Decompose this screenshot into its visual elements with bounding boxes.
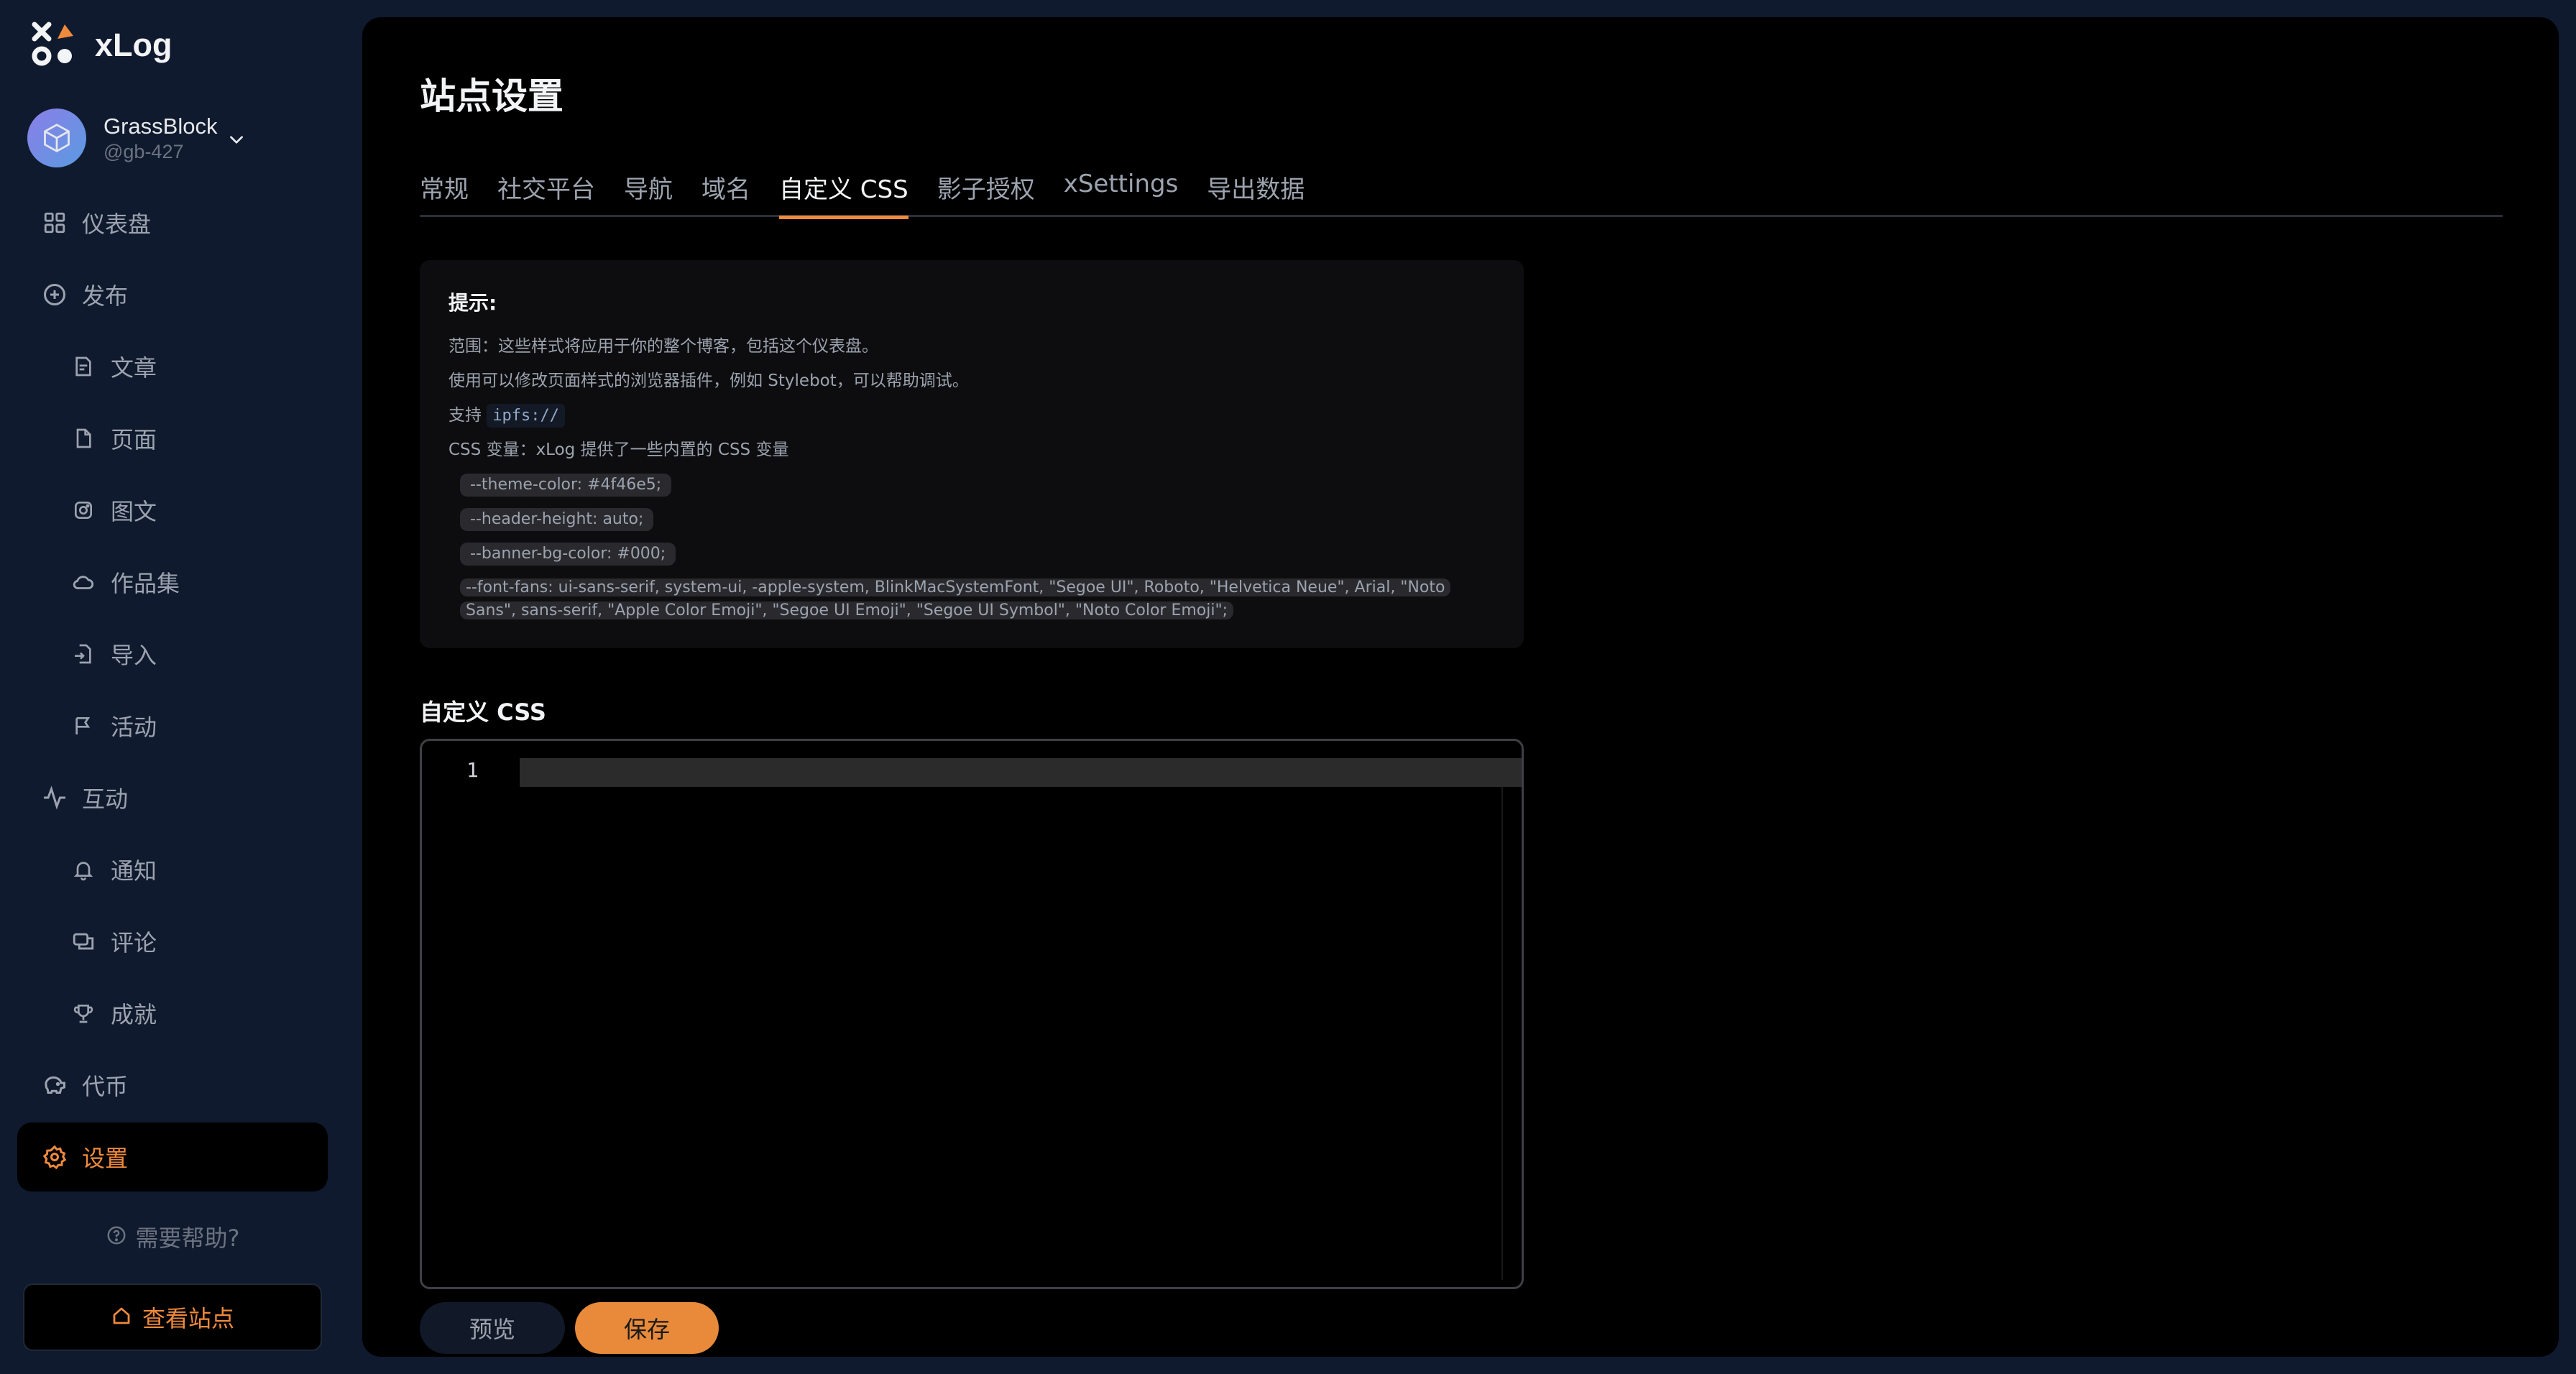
sidebar-item-label: 活动 [111,714,157,741]
tip-ipfs-prefix: 支持 [448,406,482,425]
tab-export-data[interactable]: 导出数据 [1207,164,1305,217]
app-name: xLog [95,27,172,63]
sidebar-item-achievements[interactable]: 成就 [17,979,328,1048]
sidebar-item-portfolio[interactable]: 作品集 [17,548,328,617]
tip-css-vars: CSS 变量：xLog 提供了一些内置的 CSS 变量 [448,441,789,459]
chevron-down-icon[interactable] [227,130,246,152]
sidebar-item-publish[interactable]: 发布 [17,260,328,329]
logo[interactable]: xLog [30,19,172,72]
ipfs-code: ipfs:// [487,404,566,428]
css-var-theme: --theme-color: #4f46e5; [448,467,1495,502]
css-var-chip: --font-fans: ui-sans-serif, system-ui, -… [460,578,1451,619]
tab-social[interactable]: 社交平台 [497,164,595,217]
css-var-chip: --banner-bg-color: #000; [460,543,676,566]
gear-icon [40,1143,69,1171]
activity-icon [40,783,69,812]
save-button[interactable]: 保存 [575,1302,719,1354]
home-icon [111,1305,132,1329]
sidebar-item-portfolio-images[interactable]: 图文 [17,476,328,545]
sidebar-item-label: 成就 [111,1001,157,1028]
sidebar-item-label: 评论 [111,929,157,956]
tip-debug: 使用可以修改页面样式的浏览器插件，例如 Stylebot，可以帮助调试。 [448,372,969,390]
flag-icon [69,711,98,740]
sidebar-item-tokens[interactable]: 代币 [17,1051,328,1120]
view-site-button[interactable]: 查看站点 [23,1283,322,1351]
document-icon [69,352,98,381]
custom-css-label: 自定义 CSS [420,698,546,726]
user-switcher[interactable]: GrassBlock @gb-427 [27,108,246,168]
editor-scrollbar[interactable] [1501,787,1503,1280]
view-site-label: 查看站点 [142,1305,234,1332]
sidebar-item-label: 文章 [111,354,157,382]
sidebar-item-label: 仪表盘 [82,211,152,238]
tab-xsettings[interactable]: xSettings [1064,164,1179,217]
avatar [27,109,86,167]
tab-domain[interactable]: 域名 [702,164,750,217]
tab-custom-css[interactable]: 自定义 CSS [779,164,908,219]
tab-navigation[interactable]: 导航 [624,164,673,217]
sidebar-item-label: 导入 [111,642,157,669]
active-line[interactable] [520,758,1522,787]
sidebar-item-label: 代币 [82,1073,129,1100]
sidebar-item-label: 通知 [111,857,157,885]
trophy-icon [69,999,98,1028]
instagram-icon [69,496,98,525]
sidebar-item-notifications[interactable]: 通知 [17,835,328,904]
css-var-header: --header-height: auto; [448,502,1495,536]
main-panel: 站点设置 常规 社交平台 导航 域名 自定义 CSS 影子授权 xSetting… [362,17,2559,1357]
user-name: GrassBlock [104,114,218,139]
sidebar-item-activity[interactable]: 活动 [17,691,328,760]
user-handle: @gb-427 [104,141,184,162]
sidebar-item-label: 页面 [111,426,157,453]
sidebar-item-settings[interactable]: 设置 [17,1122,328,1191]
sidebar-item-posts[interactable]: 文章 [17,332,328,401]
help-link[interactable]: 需要帮助? [17,1204,328,1269]
css-var-chip: --theme-color: #4f46e5; [460,474,672,497]
sidebar-item-label: 发布 [82,282,129,310]
chat-icon [69,927,98,956]
tip-title: 提示: [448,291,497,315]
tip-ipfs: 支持 ipfs:// [448,398,1495,433]
css-var-chip: --header-height: auto; [460,508,654,531]
help-label: 需要帮助? [135,1225,240,1252]
tab-general[interactable]: 常规 [420,164,469,217]
cloud-icon [69,568,98,596]
sidebar-item-pages[interactable]: 页面 [17,404,328,473]
xlog-logo-icon [30,22,78,69]
sidebar-item-label: 互动 [82,785,129,813]
piggy-bank-icon [40,1071,69,1099]
css-var-font: --font-fans: ui-sans-serif, system-ui, -… [460,576,1495,622]
sidebar-item-interaction[interactable]: 互动 [17,763,328,832]
tip-scope: 范围：这些样式将应用于你的整个博客，包括这个仪表盘。 [448,337,878,356]
sidebar-item-dashboard[interactable]: 仪表盘 [17,188,328,257]
plus-circle-icon [40,280,69,309]
cube-icon [44,124,70,152]
page-icon [69,424,98,453]
grid-icon [40,208,69,237]
sidebar-item-import[interactable]: 导入 [17,619,328,688]
sidebar-item-comments[interactable]: 评论 [17,907,328,976]
bell-icon [69,855,98,884]
page-title: 站点设置 [420,75,564,117]
sidebar: xLog GrassBlock @gb-427 仪表盘 发布 文章 页面 图文 … [0,0,359,1374]
sidebar-item-label: 设置 [82,1145,129,1172]
css-editor[interactable]: 1 [420,739,1524,1289]
sidebar-item-label: 作品集 [111,570,180,597]
sidebar-item-label: 图文 [111,498,157,525]
line-number: 1 [466,758,479,782]
css-var-banner: --banner-bg-color: #000; [448,536,1495,571]
preview-button[interactable]: 预览 [420,1302,565,1354]
help-icon [106,1225,127,1249]
import-icon [69,640,98,668]
settings-tabs: 常规 社交平台 导航 域名 自定义 CSS 影子授权 xSettings 导出数… [420,164,2503,219]
tab-shadow-auth[interactable]: 影子授权 [937,164,1035,217]
tip-box: 提示: 范围：这些样式将应用于你的整个博客，包括这个仪表盘。 使用可以修改页面样… [420,260,1524,648]
